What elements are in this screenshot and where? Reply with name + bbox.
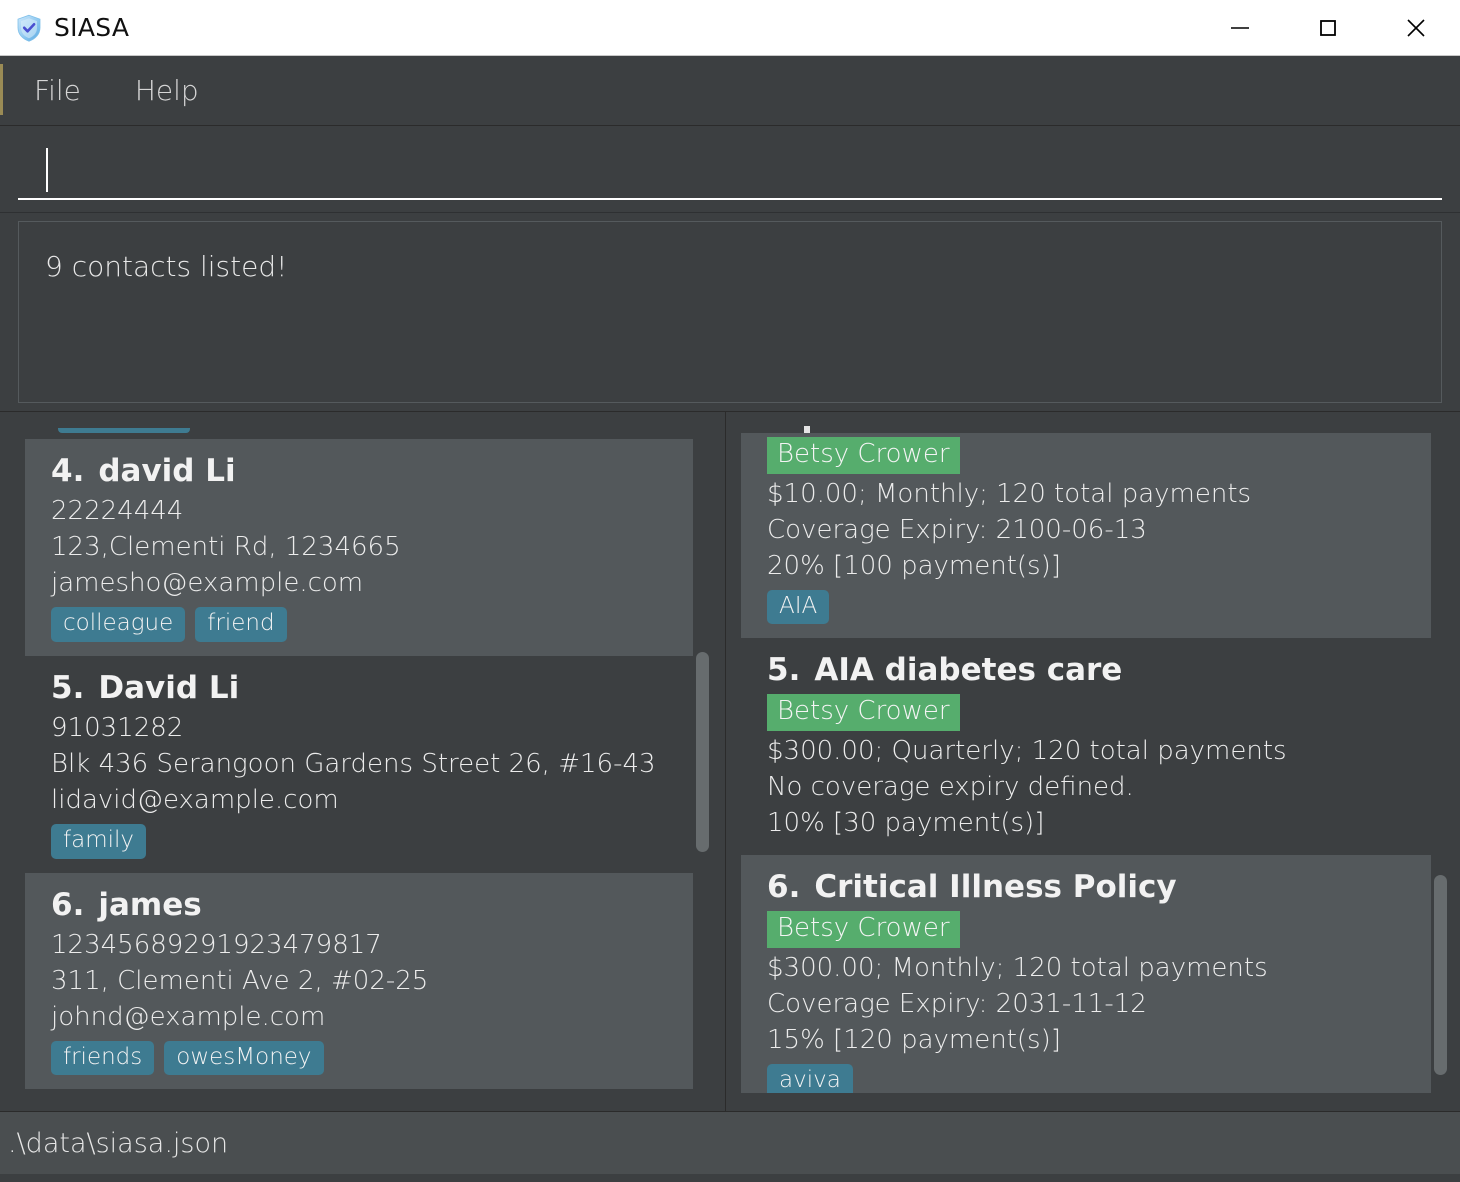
contact-card-name: David Li [98, 669, 240, 706]
title-descender-partial [804, 426, 810, 433]
tag-chip-partial [58, 428, 190, 433]
tag-chip: friend [195, 607, 287, 642]
contact-card-title: 4. david Li [51, 453, 683, 489]
result-display-container: 9 contacts listed! [0, 213, 1460, 411]
tag-chip: aviva [767, 1064, 853, 1093]
result-display: 9 contacts listed! [18, 221, 1442, 403]
contact-card-partial-above [25, 417, 705, 439]
policy-card-name: AIA diabetes care [814, 652, 1123, 689]
contact-card-index: 6. [51, 886, 85, 923]
tag-chip: friends [51, 1041, 155, 1076]
contact-card[interactable]: 4. david Li 22224444 123,Clementi Rd, 123… [25, 439, 705, 656]
policy-expiry: Coverage Expiry: 2100-06-13 [767, 514, 1147, 545]
contact-card-index: 5. [51, 669, 85, 706]
maximize-icon[interactable] [1284, 0, 1372, 56]
policy-card-partial-above [741, 417, 1441, 433]
policy-tags: aviva [767, 1064, 1419, 1093]
tag-chip: colleague [51, 607, 186, 642]
contact-card-name: david Li [98, 453, 236, 489]
policy-card[interactable]: 6. Critical Illness Policy Betsy Crower $… [741, 855, 1441, 1093]
window-controls [1196, 0, 1460, 56]
close-icon[interactable] [1372, 0, 1460, 56]
contact-address: Blk 436 Serangoon Gardens Street 26, #16… [51, 748, 656, 779]
contact-tags: family [51, 824, 683, 859]
contact-card[interactable]: 5. David Li 91031282 Blk 436 Serangoon Ga… [25, 655, 705, 873]
policy-card-index: 6. [767, 869, 801, 906]
owner-chip: Betsy Crower [767, 437, 960, 474]
contact-phone: 91031282 [51, 712, 184, 743]
owner-chip: Betsy Crower [767, 911, 960, 948]
contact-list-viewport[interactable]: 4. david Li 22224444 123,Clementi Rd, 123… [7, 417, 719, 1093]
policy-list-scroll-thumb[interactable] [1434, 875, 1447, 1075]
policy-card-title: 6. Critical Illness Policy [767, 869, 1419, 905]
policy-list-panel: Betsy Crower $10.00; Monthly; 120 total … [726, 412, 1459, 1111]
text-caret [46, 148, 48, 192]
policy-premium: $10.00; Monthly; 120 total payments [767, 478, 1252, 509]
contact-card[interactable]: 6. james 12345689291923479817 311, Clemen… [25, 872, 705, 1090]
policy-owner-row: Betsy Crower [767, 435, 1419, 476]
shield-check-icon [14, 13, 44, 43]
command-box-container [0, 126, 1460, 213]
policy-card[interactable]: 5. AIA diabetes care Betsy Crower $300.00… [741, 638, 1441, 856]
contact-card-name: james [98, 886, 202, 923]
save-location-path: .\data\siasa.json [8, 1127, 229, 1159]
policy-card-index: 5. [767, 652, 801, 689]
policy-premium: $300.00; Quarterly; 120 total payments [767, 735, 1287, 766]
contact-tags: friends owesMoney [51, 1041, 683, 1076]
policy-progress: 20% [100 payment(s)] [767, 550, 1061, 581]
statusbar: .\data\siasa.json [0, 1111, 1460, 1174]
contact-phone: 22224444 [51, 496, 184, 526]
contact-email: lidavid@example.com [51, 785, 339, 816]
tag-chip: owesMoney [164, 1041, 324, 1076]
policy-card-title: 5. AIA diabetes care [767, 652, 1419, 688]
policy-card-name: Critical Illness Policy [814, 869, 1177, 906]
contact-phone: 12345689291923479817 [51, 929, 382, 960]
contact-list-scroll-thumb[interactable] [696, 652, 709, 852]
contact-tags: colleague friend [51, 607, 683, 642]
policy-owner-row: Betsy Crower [767, 692, 1419, 733]
owner-chip: Betsy Crower [767, 694, 960, 731]
contact-card-title: 6. james [51, 887, 683, 923]
contact-list-scrollbar[interactable] [693, 417, 711, 1105]
contact-list-panel: 4. david Li 22224444 123,Clementi Rd, 123… [0, 412, 726, 1111]
titlebar: SIASA [0, 0, 1460, 56]
contact-email: jamesho@example.com [51, 568, 364, 599]
policy-expiry: Coverage Expiry: 2031-11-12 [767, 988, 1147, 1019]
policy-owner-row: Betsy Crower [767, 909, 1419, 950]
menubar: File Help [0, 56, 1460, 126]
policy-progress: 10% [30 payment(s)] [767, 808, 1045, 839]
menu-item-file[interactable]: File [16, 72, 99, 109]
tag-chip: family [51, 824, 146, 859]
result-message: 9 contacts listed! [45, 250, 288, 283]
policy-list-scrollbar[interactable] [1431, 417, 1449, 1105]
policy-expiry: No coverage expiry defined. [767, 771, 1134, 802]
contact-card-index: 4. [51, 453, 85, 489]
policy-list-viewport[interactable]: Betsy Crower $10.00; Monthly; 120 total … [734, 417, 1451, 1093]
contact-address: 311, Clementi Ave 2, #02-25 [51, 965, 429, 996]
policy-progress: 15% [120 payment(s)] [767, 1024, 1061, 1055]
contact-address: 123,Clementi Rd, 1234665 [51, 532, 401, 563]
panels-region: 4. david Li 22224444 123,Clementi Rd, 123… [0, 411, 1460, 1111]
policy-premium: $300.00; Monthly; 120 total payments [767, 952, 1268, 983]
minimize-icon[interactable] [1196, 0, 1284, 56]
policy-tags: AIA [767, 589, 1419, 625]
app-title: SIASA [54, 13, 130, 42]
contact-card-title: 5. David Li [51, 670, 683, 706]
policy-card[interactable]: Betsy Crower $10.00; Monthly; 120 total … [741, 433, 1441, 639]
menu-item-help[interactable]: Help [117, 72, 217, 109]
command-input[interactable] [18, 142, 1442, 200]
tag-chip: AIA [767, 589, 830, 625]
contact-email: johnd@example.com [51, 1001, 326, 1032]
